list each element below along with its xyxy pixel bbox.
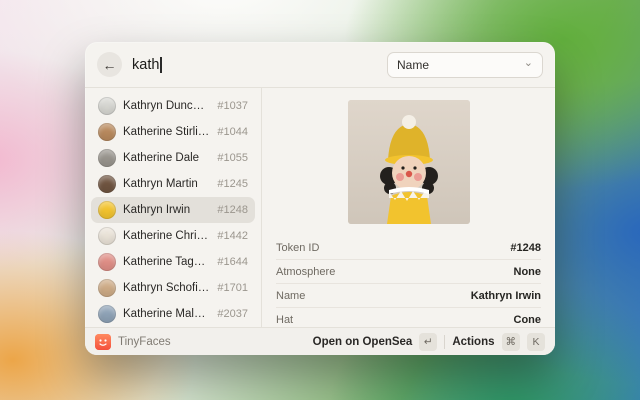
result-id: #1701 xyxy=(217,282,248,294)
result-id: #1442 xyxy=(217,230,248,242)
result-name: Katherine Malcolm xyxy=(123,308,210,320)
attribute-row: Hat Cone xyxy=(276,307,541,327)
list-item[interactable]: Katherine Stirling #1044 xyxy=(91,119,255,145)
result-name: Kathryn Martin xyxy=(123,178,198,190)
avatar xyxy=(98,279,116,297)
result-name: Katherine Dale xyxy=(123,152,199,164)
result-name: Kathryn Duncanson xyxy=(123,100,210,112)
result-id: #2037 xyxy=(217,308,248,320)
result-id: #1037 xyxy=(217,100,248,112)
attribute-row: Name Kathryn Irwin xyxy=(276,283,541,307)
avatar xyxy=(98,253,116,271)
search-header: ← kath Name ⌄ xyxy=(85,42,555,87)
list-item[interactable]: Kathryn Duncanson #1037 xyxy=(91,93,255,119)
results-list: Kathryn Duncanson #1037 Katherine Stirli… xyxy=(85,88,262,327)
list-item[interactable]: Kathryn Irwin #1248 xyxy=(91,197,255,223)
attributes-table: Token ID #1248 Atmosphere None Name Kath… xyxy=(276,236,541,327)
attribute-value: #1248 xyxy=(510,242,541,254)
result-id: #1245 xyxy=(217,178,248,190)
list-item[interactable]: Katherine Taggart #1644 xyxy=(91,249,255,275)
search-input[interactable]: kath xyxy=(132,57,377,73)
detail-panel: Token ID #1248 Atmosphere None Name Kath… xyxy=(262,88,555,327)
back-arrow-icon: ← xyxy=(103,57,117,73)
attribute-row: Atmosphere None xyxy=(276,259,541,283)
attribute-label: Atmosphere xyxy=(276,266,335,278)
search-query-text: kath xyxy=(132,57,159,73)
open-on-opensea-button[interactable]: Open on OpenSea xyxy=(313,336,413,348)
result-id: #1248 xyxy=(217,204,248,216)
result-id: #1044 xyxy=(217,126,248,138)
avatar xyxy=(98,305,116,323)
avatar xyxy=(98,97,116,115)
result-name: Katherine Christie xyxy=(123,230,210,242)
list-item[interactable]: Kathryn Martin #1245 xyxy=(91,171,255,197)
list-item[interactable]: Katherine Christie #1442 xyxy=(91,223,255,249)
chevron-down-icon: ⌄ xyxy=(524,58,533,69)
result-name: Kathryn Schofield xyxy=(123,282,210,294)
result-id: #1055 xyxy=(217,152,248,164)
command-key-icon: ⌘ xyxy=(502,333,521,351)
footer-divider xyxy=(444,335,445,349)
filter-dropdown-value: Name xyxy=(397,58,429,72)
footer-bar: TinyFaces Open on OpenSea ↵ Actions ⌘ K xyxy=(85,327,555,355)
tinyfaces-app-icon xyxy=(95,334,111,350)
k-key-icon: K xyxy=(527,333,545,351)
result-name: Kathryn Irwin xyxy=(123,204,190,216)
list-item[interactable]: Kathryn Schofield #1701 xyxy=(91,275,255,301)
attribute-label: Hat xyxy=(276,314,293,326)
attribute-value: Kathryn Irwin xyxy=(471,290,541,302)
attribute-label: Token ID xyxy=(276,242,319,254)
enter-key-icon: ↵ xyxy=(419,333,437,351)
result-name: Katherine Taggart xyxy=(123,256,210,268)
attribute-row: Token ID #1248 xyxy=(276,236,541,259)
attribute-label: Name xyxy=(276,290,305,302)
back-button[interactable]: ← xyxy=(97,52,122,77)
attribute-value: None xyxy=(514,266,542,278)
list-item[interactable]: Katherine Malcolm #2037 xyxy=(91,301,255,327)
app-name: TinyFaces xyxy=(118,336,171,348)
result-name: Katherine Stirling xyxy=(123,126,210,138)
text-cursor xyxy=(160,57,162,73)
command-palette-window: ← kath Name ⌄ Kathryn Duncanson #1037 Ka… xyxy=(85,42,555,355)
filter-dropdown[interactable]: Name ⌄ xyxy=(387,52,543,78)
avatar xyxy=(98,227,116,245)
list-item[interactable]: Katherine Dale #1055 xyxy=(91,145,255,171)
avatar xyxy=(98,149,116,167)
avatar xyxy=(98,201,116,219)
footer-actions: Open on OpenSea ↵ Actions ⌘ K xyxy=(313,333,545,351)
avatar xyxy=(98,123,116,141)
actions-button[interactable]: Actions xyxy=(452,336,494,348)
result-id: #1644 xyxy=(217,256,248,268)
nft-image xyxy=(348,100,470,224)
avatar xyxy=(98,175,116,193)
attribute-value: Cone xyxy=(514,314,542,326)
content-area: Kathryn Duncanson #1037 Katherine Stirli… xyxy=(85,88,555,327)
